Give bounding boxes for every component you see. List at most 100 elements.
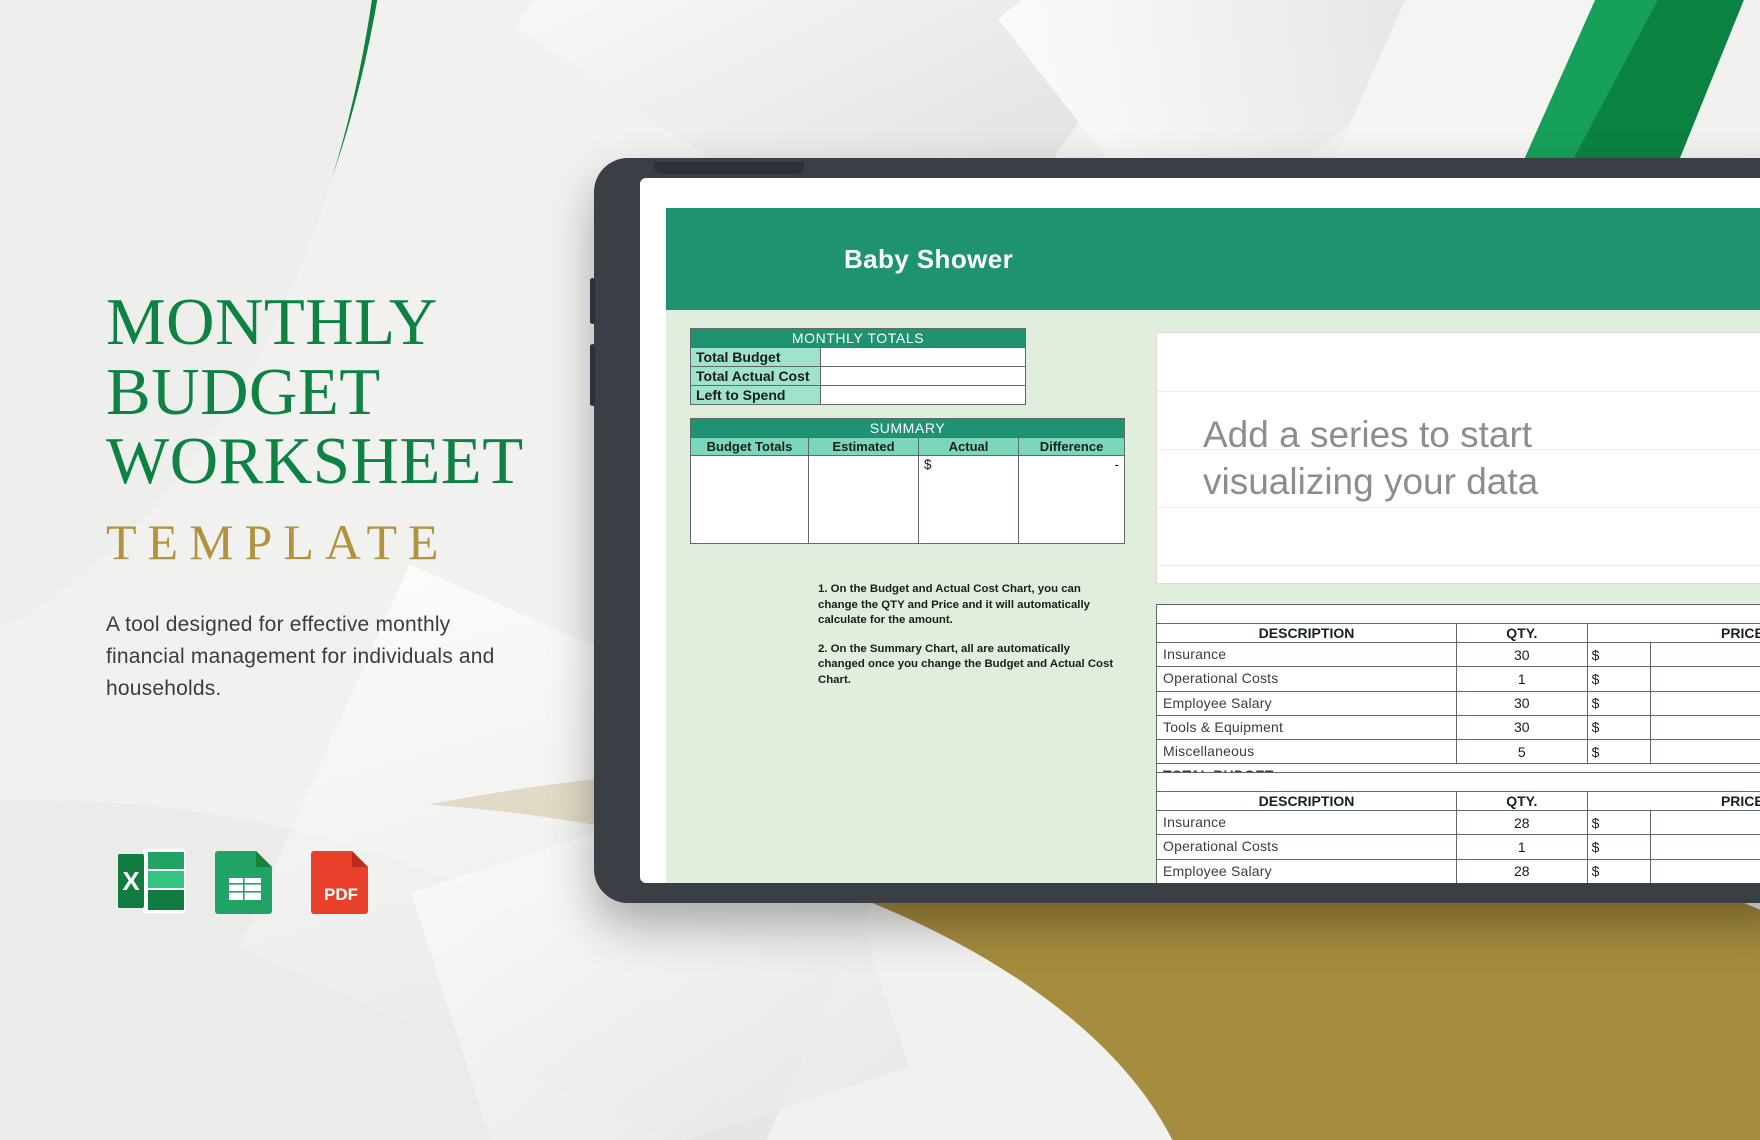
- actual-row-price[interactable]: 1,200.00: [1650, 858, 1760, 883]
- summary-table: SUMMARY Budget Totals Estimated Actual D…: [689, 418, 1126, 544]
- budget-row-price[interactable]: 200.00: [1650, 739, 1760, 765]
- left-to-spend-label: Left to Spend: [690, 385, 821, 405]
- budget-header: BUDGET: [1156, 604, 1760, 624]
- budget-row-description[interactable]: Miscellaneous: [1155, 739, 1458, 765]
- tablet-device: Baby Shower MONTHLY TOTALS Total Budget …: [590, 158, 1760, 903]
- budget-row-price[interactable]: 50.00: [1650, 714, 1760, 741]
- budget-row-price[interactable]: 15,000.00: [1650, 666, 1760, 692]
- budget-row-qty[interactable]: 30: [1456, 690, 1588, 716]
- budget-row-qty[interactable]: 30: [1456, 714, 1588, 741]
- chart-placeholder-text: Add a series to start visualizing your d…: [1203, 411, 1538, 506]
- page-title-line-1: MONTHLY: [106, 285, 438, 359]
- total-actual-cost-value[interactable]: [820, 366, 1026, 386]
- chart-gridline: [1157, 391, 1760, 392]
- actual-row-description[interactable]: Employee Salary: [1156, 858, 1457, 883]
- summary-value-actual[interactable]: $: [918, 455, 1019, 544]
- budget-row-description[interactable]: Operational Costs: [1155, 666, 1458, 692]
- table-row: Insurance 30 $ 100.00 Package $ 3: [1155, 641, 1760, 668]
- tablet-screen: Baby Shower MONTHLY TOTALS Total Budget …: [640, 178, 1760, 883]
- summary-header-row: SUMMARY: [689, 418, 1126, 438]
- spreadsheet-header: Baby Shower: [666, 208, 1760, 310]
- excel-icon[interactable]: X: [118, 848, 186, 914]
- budget-row-description[interactable]: Employee Salary: [1155, 690, 1458, 716]
- summary-col-actual: Actual: [918, 437, 1019, 456]
- left-to-spend-value[interactable]: [820, 385, 1026, 405]
- actual-row-price[interactable]: 14,632.00: [1650, 834, 1760, 860]
- actual-row-price[interactable]: 100.00: [1650, 809, 1760, 836]
- actual-cost-header: ACTUAL COST: [1156, 772, 1760, 792]
- budget-header-row: BUDGET: [1156, 604, 1760, 624]
- summary-col-budget-totals: Budget Totals: [690, 437, 809, 456]
- summary-header: SUMMARY: [689, 418, 1126, 438]
- budget-row-qty[interactable]: 1: [1456, 666, 1588, 692]
- budget-row-description[interactable]: Insurance: [1155, 641, 1458, 668]
- budget-row-price-currency: $: [1586, 714, 1652, 741]
- summary-value-difference[interactable]: -: [1017, 455, 1126, 544]
- google-sheets-icon[interactable]: [214, 848, 282, 914]
- actual-cost-column-header-row: DESCRIPTION QTY. PRICE UNIT AMOUNT: [1156, 791, 1760, 811]
- file-format-list: X PDF: [118, 848, 378, 914]
- budget-row-price-currency: $: [1586, 739, 1652, 765]
- page-subtitle: TEMPLATE: [106, 514, 450, 571]
- table-row: Operational Costs 1 $ 15,000.00 Month $ …: [1155, 666, 1760, 692]
- table-row: Left to Spend: [690, 385, 1026, 405]
- monthly-totals-header: MONTHLY TOTALS: [690, 328, 1026, 348]
- tablet-camera-notch: [654, 162, 804, 174]
- budget-row-price-currency: $: [1586, 641, 1652, 668]
- actual-cost-table: ACTUAL COST DESCRIPTION QTY. PRICE UNIT …: [1156, 772, 1760, 883]
- hero-text-block: MONTHLY BUDGET WORKSHEET TEMPLATE A tool…: [106, 285, 576, 705]
- actual-row-price-currency: $: [1586, 834, 1652, 860]
- budget-table: BUDGET DESCRIPTION QTY. PRICE UNIT AMOUN…: [1155, 604, 1760, 789]
- monthly-totals-header-row: MONTHLY TOTALS: [690, 328, 1026, 348]
- summary-column-header-row: Budget Totals Estimated Actual Differenc…: [690, 437, 1126, 456]
- actual-row-description[interactable]: Operational Costs: [1156, 834, 1457, 860]
- budget-col-qty: QTY.: [1456, 623, 1588, 643]
- page-title: MONTHLY BUDGET WORKSHEET: [106, 285, 576, 499]
- actual-row-qty[interactable]: 1: [1456, 834, 1588, 860]
- spreadsheet-canvas: Baby Shower MONTHLY TOTALS Total Budget …: [666, 208, 1760, 883]
- chart-placeholder-line-2: visualizing your data: [1203, 461, 1539, 503]
- actual-row-price-currency: $: [1586, 858, 1652, 883]
- table-row: Total Actual Cost: [690, 366, 1026, 386]
- budget-row-price[interactable]: 100.00: [1650, 641, 1760, 668]
- chart-gridline: [1157, 565, 1760, 566]
- budget-col-description: DESCRIPTION: [1155, 623, 1458, 643]
- spreadsheet-body: MONTHLY TOTALS Total Budget Total Actual…: [666, 310, 1760, 883]
- actual-col-qty: QTY.: [1456, 791, 1588, 811]
- summary-col-estimated: Estimated: [808, 437, 919, 456]
- table-row: Employee Salary 28 $ 1,200.00 Month $ 33: [1156, 858, 1760, 883]
- budget-row-price-currency: $: [1586, 666, 1652, 692]
- tablet-volume-button-down[interactable]: [590, 344, 595, 406]
- tablet-volume-button-up[interactable]: [590, 278, 595, 324]
- instruction-note-2: 2. On the Summary Chart, all are automat…: [818, 642, 1114, 686]
- table-row: $ -: [690, 455, 1126, 544]
- budget-row-price-currency: $: [1586, 690, 1652, 716]
- chart-placeholder[interactable]: Add a series to start visualizing your d…: [1156, 332, 1760, 584]
- actual-row-qty[interactable]: 28: [1456, 809, 1588, 836]
- monthly-totals-table: MONTHLY TOTALS Total Budget Total Actual…: [690, 328, 1026, 405]
- table-row: Insurance 28 $ 100.00 Package $ 2: [1156, 809, 1760, 836]
- budget-row-description[interactable]: Tools & Equipment: [1155, 714, 1458, 741]
- actual-cost-header-row: ACTUAL COST: [1156, 772, 1760, 792]
- svg-text:PDF: PDF: [324, 885, 358, 904]
- svg-text:X: X: [122, 866, 140, 896]
- actual-row-price-currency: $: [1586, 809, 1652, 836]
- total-budget-value[interactable]: [820, 347, 1026, 367]
- table-row: Tools & Equipment 30 $ 50.00 Month $ 1: [1155, 714, 1760, 741]
- actual-row-qty[interactable]: 28: [1456, 858, 1588, 883]
- budget-row-qty[interactable]: 30: [1456, 641, 1588, 668]
- page-title-line-3: WORKSHEET: [106, 424, 524, 499]
- summary-value-estimated[interactable]: [808, 455, 919, 544]
- spreadsheet-title: Baby Shower: [844, 243, 1014, 274]
- page-description: A tool designed for effective monthly fi…: [106, 613, 495, 700]
- actual-row-description[interactable]: Insurance: [1156, 809, 1457, 836]
- budget-col-price: PRICE: [1586, 623, 1760, 643]
- summary-value-budget-totals[interactable]: [690, 455, 809, 544]
- budget-row-price[interactable]: 1,200.00: [1650, 690, 1760, 716]
- total-budget-label: Total Budget: [690, 347, 821, 367]
- pdf-icon[interactable]: PDF: [310, 848, 378, 914]
- instruction-note-1: 1. On the Budget and Actual Cost Chart, …: [818, 583, 1090, 626]
- page-title-line-2: BUDGET: [106, 354, 381, 429]
- budget-row-qty[interactable]: 5: [1456, 739, 1588, 765]
- instruction-notes: 1. On the Budget and Actual Cost Chart, …: [818, 582, 1118, 688]
